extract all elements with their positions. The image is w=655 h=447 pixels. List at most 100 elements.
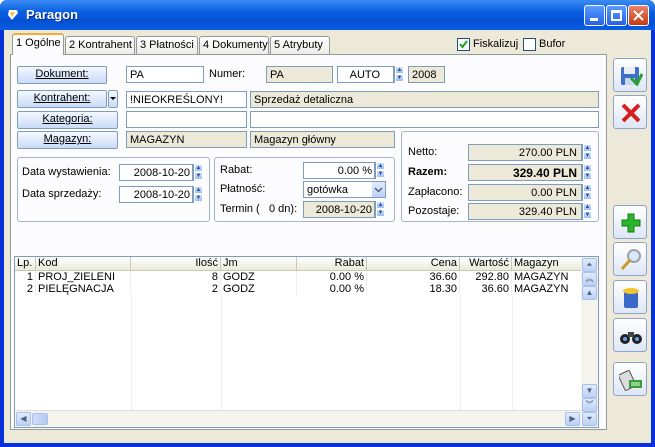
kontrahent-button[interactable]: Kontrahent: xyxy=(17,90,107,108)
maximize-button[interactable] xyxy=(606,5,627,26)
cancel-button[interactable] xyxy=(613,95,647,129)
column-divider xyxy=(460,295,461,410)
kategoria-button[interactable]: Kategoria: xyxy=(17,111,118,129)
tab-atrybuty[interactable]: 5 Atrybuty xyxy=(270,36,330,54)
col-wartosc[interactable]: Wartość xyxy=(460,257,512,271)
tab-ogolne[interactable]: 1 Ogólne xyxy=(12,33,64,55)
kategoria-code-field[interactable] xyxy=(126,111,247,128)
razem-label: Razem: xyxy=(408,166,448,178)
cell-lp: 1 xyxy=(15,271,36,283)
dates-group: Data wystawienia: 2008-10-20 ▲ ▼ Data spr… xyxy=(17,157,210,222)
add-button[interactable] xyxy=(613,205,647,239)
cell-kod: PROJ_ZIELENI xyxy=(36,271,131,283)
close-button[interactable] xyxy=(628,5,649,26)
edit-button[interactable] xyxy=(613,242,647,276)
termin-label: Termin ( xyxy=(220,203,260,215)
tab-label: 1 Ogólne xyxy=(16,37,61,49)
col-ilosc[interactable]: Ilość xyxy=(131,257,221,271)
tab-label: 5 Atrybuty xyxy=(274,39,323,51)
binoculars-icon xyxy=(620,332,642,344)
grid-header: Lp. Kod Ilość Jm Rabat Cena Wartość Maga… xyxy=(15,257,582,271)
col-kod[interactable]: Kod xyxy=(36,257,131,271)
title-bar[interactable]: Paragon xyxy=(0,0,655,30)
cell-rabat: 0.00 % xyxy=(297,283,367,295)
magazyn-button[interactable]: Magazyn: xyxy=(17,131,118,149)
kontrahent-button-label: Kontrahent: xyxy=(33,92,91,104)
dokument-button[interactable]: Dokument: xyxy=(17,66,107,84)
pozostaje-label: Pozostaje: xyxy=(408,205,460,217)
cell-wartosc: 292.80 xyxy=(460,271,512,283)
cell-ilosc: 2 xyxy=(131,283,221,295)
netto-spin[interactable]: ▲ ▼ xyxy=(582,144,592,161)
table-row[interactable]: 1 PROJ_ZIELENI 8 GODZ 0.00 % 36.60 292.8… xyxy=(15,271,582,283)
numer-auto-field[interactable]: AUTO xyxy=(337,66,394,83)
cell-cena: 36.60 xyxy=(367,271,460,283)
scroll-bottom-icon[interactable]: ⏷ xyxy=(582,412,597,426)
page-down-icon[interactable]: ︾ xyxy=(582,398,597,412)
data-sprzedazy-spin[interactable]: ▲ ▼ xyxy=(193,186,203,203)
numer-year-field: 2008 xyxy=(408,66,445,83)
tab-platnosci[interactable]: 3 Płatności xyxy=(136,36,198,54)
kontrahent-code-field[interactable]: !NIEOKREŚLONY! xyxy=(126,91,247,108)
data-wystawienia-field[interactable]: 2008-10-20 xyxy=(119,164,193,181)
platnosc-value: gotówka xyxy=(307,184,348,196)
cell-ilosc: 8 xyxy=(131,271,221,283)
pozostaje-spin[interactable]: ▲ ▼ xyxy=(582,203,592,220)
col-cena[interactable]: Cena xyxy=(367,257,460,271)
kontrahent-dropdown[interactable] xyxy=(108,90,118,108)
razem-field: 329.40 PLN xyxy=(468,164,582,181)
horizontal-scrollbar[interactable]: ◀ ▶ xyxy=(15,410,582,427)
col-magazyn[interactable]: Magazyn xyxy=(512,257,582,271)
col-jm[interactable]: Jm xyxy=(221,257,297,271)
cell-rabat: 0.00 % xyxy=(297,271,367,283)
tab-dokumenty[interactable]: 4 Dokumenty xyxy=(199,36,269,54)
data-wystawienia-spin[interactable]: ▲ ▼ xyxy=(193,164,203,181)
scroll-down-icon[interactable]: ▼ xyxy=(582,384,597,398)
cash-register-button[interactable] xyxy=(613,362,647,396)
numer-spin[interactable]: ▲ ▼ xyxy=(394,66,404,83)
delete-button[interactable] xyxy=(613,280,647,314)
scroll-up-icon[interactable]: ▲ xyxy=(582,286,597,300)
col-rabat[interactable]: Rabat xyxy=(297,257,367,271)
cell-kod: PIELĘGNACJA xyxy=(36,283,131,295)
zaplacono-label: Zapłacono: xyxy=(408,186,463,198)
scroll-right-icon[interactable]: ▶ xyxy=(565,412,580,426)
tab-kontrahent[interactable]: 2 Kontrahent xyxy=(65,36,135,54)
col-lp[interactable]: Lp. xyxy=(15,257,36,271)
save-button[interactable] xyxy=(613,58,647,92)
app-icon xyxy=(8,10,18,20)
termin-field: 2008-10-20 xyxy=(303,201,375,218)
razem-spin[interactable]: ▲ ▼ xyxy=(582,164,592,181)
numer-auto-value: AUTO xyxy=(349,69,380,81)
minimize-button[interactable] xyxy=(584,5,605,26)
column-divider xyxy=(512,295,513,410)
payment-group: Rabat: 0.00 % ▲ ▼ Płatność: gotówka Termi… xyxy=(214,157,395,222)
pozostaje-field: 329.40 PLN xyxy=(468,203,582,220)
scroll-top-icon[interactable]: ⏶ xyxy=(582,258,597,272)
cell-lp: 2 xyxy=(15,283,36,295)
find-button[interactable] xyxy=(613,318,647,352)
platnosc-select[interactable]: gotówka xyxy=(303,181,386,198)
kategoria-desc-field[interactable] xyxy=(250,111,599,128)
cell-wartosc: 36.60 xyxy=(460,283,512,295)
fiskalizuj-checkbox[interactable] xyxy=(457,38,470,51)
magazyn-button-label: Magazyn: xyxy=(43,133,92,145)
scroll-left-icon[interactable]: ◀ xyxy=(16,412,31,426)
cell-magazyn: MAGAZYN xyxy=(512,283,582,295)
rabat-spin[interactable]: ▲ ▼ xyxy=(375,162,385,179)
platnosc-label: Płatność: xyxy=(220,183,266,195)
doc-type-field[interactable]: PA xyxy=(126,66,204,83)
scroll-thumb[interactable] xyxy=(32,413,48,425)
bufor-checkbox[interactable] xyxy=(523,38,536,51)
tab-label: 3 Płatności xyxy=(140,39,194,51)
rabat-label: Rabat: xyxy=(220,164,253,176)
rabat-field[interactable]: 0.00 % xyxy=(303,162,375,179)
data-sprzedazy-field[interactable]: 2008-10-20 xyxy=(119,186,193,203)
vertical-scrollbar[interactable]: ⏶ ︽ ▲ ▼ ︾ ⏷ xyxy=(581,257,598,427)
page-up-icon[interactable]: ︽ xyxy=(582,272,597,286)
items-grid[interactable]: Lp. Kod Ilość Jm Rabat Cena Wartość Maga… xyxy=(14,256,599,428)
table-row[interactable]: 2 PIELĘGNACJA 2 GODZ 0.00 % 18.30 36.60 … xyxy=(15,283,582,295)
zaplacono-spin[interactable]: ▲ ▼ xyxy=(582,184,592,201)
termin-spin[interactable]: ▲ ▼ xyxy=(375,201,385,218)
chevron-down-icon[interactable] xyxy=(372,182,385,197)
